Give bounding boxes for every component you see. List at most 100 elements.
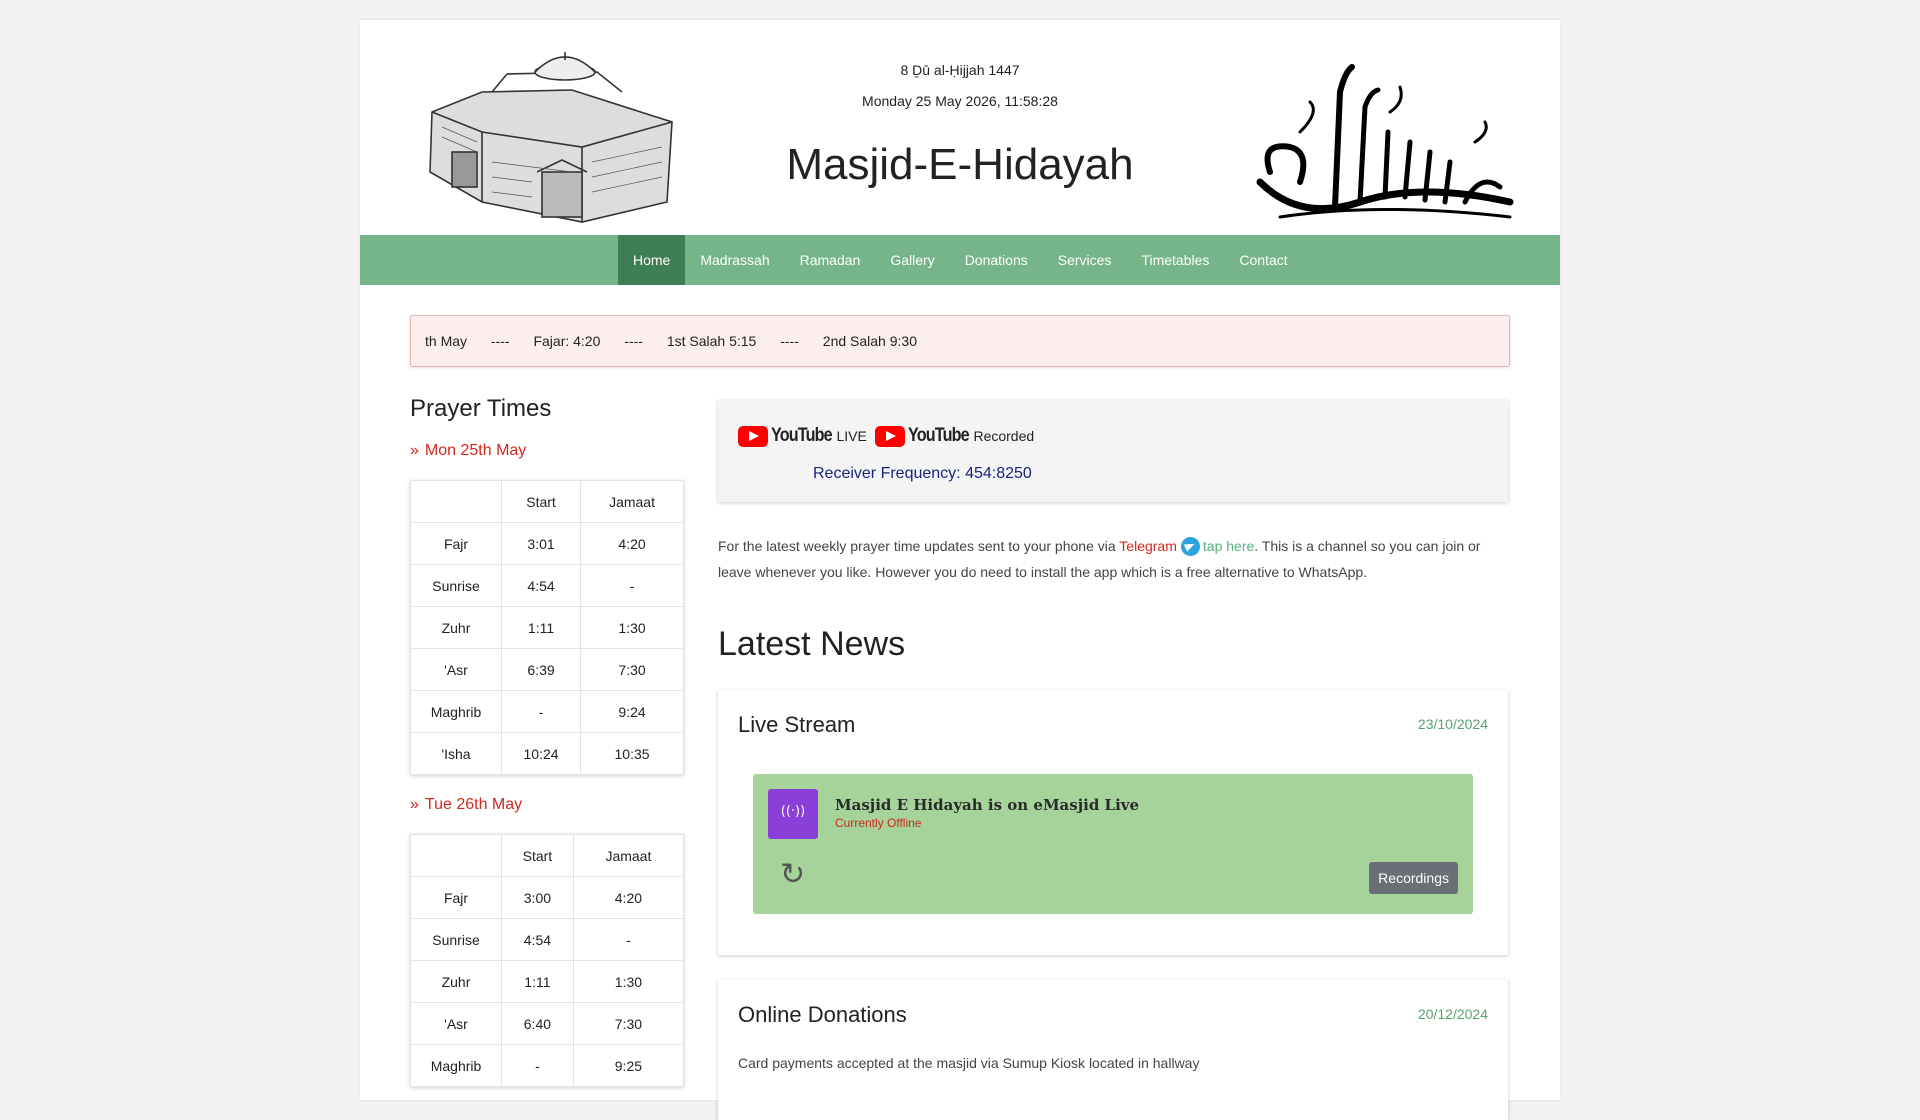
stream-links-box: YouTube LIVE YouTube Recorded Receiver F…: [718, 400, 1508, 502]
latest-news-title: Latest News: [718, 625, 906, 663]
ticker-separator: ----: [780, 333, 799, 349]
table-header-empty: [410, 480, 502, 523]
table-row: Zuhr 1:11 1:30: [410, 606, 684, 649]
telegram-info: For the latest weekly prayer time update…: [718, 533, 1508, 585]
youtube-play-icon: [875, 425, 905, 447]
prayer-times-title: Prayer Times: [410, 395, 552, 422]
jamaat-time: 4:20: [580, 522, 684, 565]
jamaat-time: 7:30: [572, 1002, 685, 1045]
chevron-right-icon: »: [410, 796, 419, 813]
nav-item-ramadan[interactable]: Ramadan: [785, 235, 876, 285]
ticker-separator: ----: [490, 333, 510, 349]
youtube-live-link[interactable]: YouTube LIVE: [738, 425, 867, 447]
news-card-date: 23/10/2024: [1417, 716, 1488, 732]
nav-item-donations[interactable]: Donations: [950, 235, 1043, 285]
jamaat-time: 9:24: [580, 690, 684, 733]
prayer-name: Fajr: [410, 522, 502, 565]
start-time: 6:39: [500, 648, 582, 691]
column-header-start: Start: [500, 480, 582, 523]
youtube-wordmark: YouTube: [771, 425, 833, 446]
news-card-title[interactable]: Online Donations: [738, 1002, 907, 1028]
table-row: Sunrise 4:54 -: [410, 918, 685, 961]
hijri-date: 8 Ḏū al-Ḥijjah 1447: [900, 62, 1020, 78]
telegram-icon[interactable]: [1180, 537, 1200, 556]
youtube-recorded-link[interactable]: YouTube Recorded: [875, 425, 1034, 447]
news-card-title[interactable]: Live Stream: [738, 712, 855, 738]
jamaat-time: -: [572, 918, 685, 961]
nav-item-home[interactable]: Home: [618, 235, 686, 285]
jamaat-time: 1:30: [580, 606, 684, 649]
tap-here-link[interactable]: tap here: [1203, 538, 1254, 554]
prayer-name: Zuhr: [410, 606, 502, 649]
jamaat-time: 1:30: [572, 960, 685, 1003]
start-time: -: [500, 690, 582, 733]
column-header-jamaat: Jamaat: [580, 480, 684, 523]
day-heading-label: Mon 25th May: [424, 442, 527, 459]
prayer-name: Maghrib: [410, 690, 502, 733]
column-header-jamaat: Jamaat: [572, 834, 685, 877]
nav-item-timetables[interactable]: Timetables: [1126, 235, 1224, 285]
telegram-link[interactable]: Telegram: [1119, 538, 1177, 554]
start-time: 4:54: [501, 918, 574, 961]
prayer-name: 'Asr: [410, 648, 502, 691]
table-row: 'Isha 10:24 10:35: [410, 732, 684, 775]
news-card: Live Stream 23/10/2024 Masjid E Hidayah …: [718, 690, 1508, 955]
nav-item-services[interactable]: Services: [1043, 235, 1127, 285]
ticker-item: 2nd Salah 9:30: [822, 333, 917, 349]
jamaat-time: 10:35: [580, 732, 684, 775]
telegram-text-before: For the latest weekly prayer time update…: [718, 538, 1120, 554]
mosque-logo[interactable]: [422, 52, 680, 228]
news-card-date: 20/12/2024: [1417, 1006, 1488, 1022]
prayer-name: Sunrise: [410, 918, 502, 961]
start-time: 1:11: [501, 960, 574, 1003]
nav-item-madrassah[interactable]: Madrassah: [685, 235, 784, 285]
prayer-name: 'Isha: [410, 732, 502, 775]
recordings-button[interactable]: Recordings: [1369, 862, 1458, 894]
receiver-frequency: Receiver Frequency: 454:8250: [813, 465, 1032, 482]
nav-item-gallery[interactable]: Gallery: [875, 235, 949, 285]
column-header-start: Start: [501, 834, 574, 877]
table-row: Zuhr 1:11 1:30: [410, 960, 685, 1003]
youtube-play-icon: [738, 425, 768, 447]
prayer-name: Maghrib: [410, 1044, 502, 1087]
table-header-empty: [410, 834, 502, 877]
table-row: Maghrib - 9:25: [410, 1044, 685, 1087]
nav-item-contact[interactable]: Contact: [1224, 235, 1302, 285]
start-time: 3:00: [501, 876, 574, 919]
table-row: Sunrise 4:54 -: [410, 564, 684, 607]
day-heading-label: Tue 26th May: [424, 796, 523, 813]
table-row: 'Asr 6:39 7:30: [410, 648, 684, 691]
start-time: 3:01: [500, 522, 582, 565]
emasjid-title: Masjid E Hidayah is on eMasjid Live: [835, 796, 1140, 814]
prayer-name: Fajr: [410, 876, 502, 919]
youtube-recorded-label: Recorded: [973, 428, 1035, 444]
broadcast-icon: [768, 789, 818, 839]
table-row: 'Asr 6:40 7:30: [410, 1002, 685, 1045]
table-row: Maghrib - 9:24: [410, 690, 684, 733]
start-time: 10:24: [500, 732, 582, 775]
site-title: Masjid-E-Hidayah: [786, 140, 1134, 189]
jamaat-time: -: [580, 564, 684, 607]
news-card-body: Card payments accepted at the masjid via…: [738, 1055, 1200, 1071]
ticker-item: Fajar: 4:20: [533, 333, 601, 349]
news-card: Online Donations 20/12/2024 Card payment…: [718, 980, 1508, 1120]
day-heading[interactable]: » Mon 25th May: [410, 442, 526, 460]
jamaat-time: 7:30: [580, 648, 684, 691]
start-time: -: [501, 1044, 574, 1087]
day-heading[interactable]: » Tue 26th May: [410, 796, 522, 814]
main-nav: Home Madrassah Ramadan Gallery Donations…: [360, 235, 1560, 285]
table-row: Fajr 3:01 4:20: [410, 522, 684, 565]
start-time: 6:40: [501, 1002, 574, 1045]
prayer-name: Sunrise: [410, 564, 502, 607]
jamaat-time: 4:20: [572, 876, 685, 919]
jamaat-time: 9:25: [572, 1044, 685, 1087]
prayer-times-table: Start Jamaat Fajr 3:01 4:20 Sunrise 4:54…: [410, 480, 684, 775]
page-container: 8 Ḏū al-Ḥijjah 1447 Monday 25 May 2026, …: [360, 20, 1560, 1120]
chevron-right-icon: »: [410, 442, 419, 459]
bismillah-calligraphy: [1256, 64, 1514, 219]
ticker-item: th May: [425, 333, 468, 349]
refresh-icon[interactable]: ↻: [780, 860, 810, 890]
emasjid-live-widget: Masjid E Hidayah is on eMasjid Live Curr…: [753, 774, 1473, 914]
announcement-ticker: th May ---- Fajar: 4:20 ---- 1st Salah 5…: [410, 315, 1510, 367]
start-time: 4:54: [500, 564, 582, 607]
